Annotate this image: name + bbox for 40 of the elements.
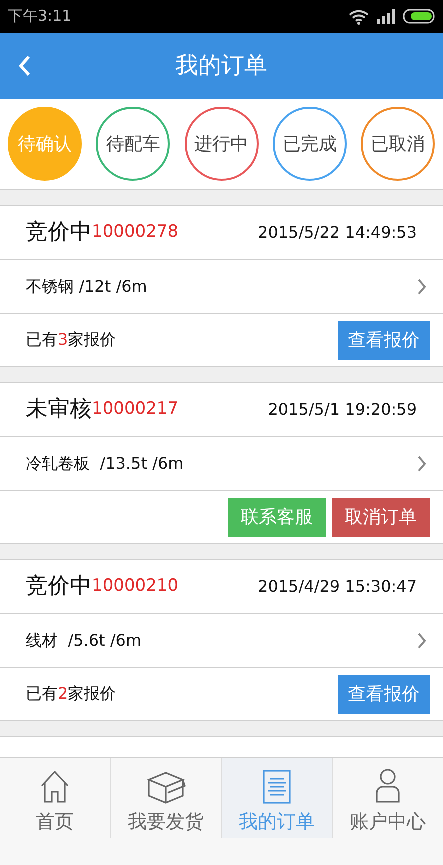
- goods-row[interactable]: 线材 /5.6t /6m: [0, 613, 443, 667]
- order-number: 10000210: [92, 574, 179, 598]
- nav-tab[interactable]: 首页: [0, 758, 110, 838]
- order-status: 竞价中: [26, 219, 92, 247]
- cancel-order-button[interactable]: 取消订单: [332, 498, 430, 536]
- wifi-icon: [349, 8, 369, 24]
- battery-icon: [403, 9, 435, 24]
- document-icon: [263, 770, 291, 804]
- order-status: 未审核: [26, 396, 92, 424]
- status-time: 下午3:11: [8, 6, 72, 28]
- home-icon: [40, 770, 70, 804]
- filter-tab[interactable]: 待配车: [96, 107, 170, 181]
- filter-tab[interactable]: 已完成: [272, 107, 347, 181]
- order-number: 10000217: [92, 398, 179, 421]
- back-icon[interactable]: [18, 55, 32, 77]
- filter-tab[interactable]: 进行中: [184, 107, 258, 181]
- goods-row[interactable]: 冷轧卷板 /13.5t /6m: [0, 436, 443, 490]
- quote-count-text: 已有3家报价: [26, 329, 116, 351]
- order-number: 10000278: [92, 220, 179, 244]
- nav-tab[interactable]: 账户中心: [332, 758, 443, 838]
- chevron-right-icon: [417, 278, 427, 296]
- view-quotes-button[interactable]: 查看报价: [338, 320, 430, 360]
- order-time: 2015/5/1 19:20:59: [268, 398, 417, 420]
- order-status: 竞价中: [26, 573, 92, 601]
- order-time: 2015/4/29 15:30:47: [258, 576, 417, 598]
- box-icon: [146, 770, 186, 804]
- goods-row[interactable]: 不锈钢 /12t /6m: [0, 259, 443, 313]
- page-title: 我的订单: [176, 52, 268, 81]
- order-time: 2015/5/22 14:49:53: [258, 222, 417, 244]
- goods-text: 冷轧卷板 /13.5t /6m: [26, 452, 184, 474]
- nav-tab[interactable]: 我的订单: [221, 758, 332, 838]
- chevron-right-icon: [417, 632, 427, 650]
- goods-text: 不锈钢 /12t /6m: [26, 276, 148, 298]
- person-icon: [375, 768, 401, 804]
- chevron-right-icon: [417, 454, 427, 472]
- filter-tab[interactable]: 已取消: [361, 107, 435, 181]
- goods-text: 线材 /5.6t /6m: [26, 630, 142, 652]
- signal-icon: [377, 9, 395, 24]
- quote-count-text: 已有2家报价: [26, 683, 116, 705]
- view-quotes-button[interactable]: 查看报价: [338, 674, 430, 714]
